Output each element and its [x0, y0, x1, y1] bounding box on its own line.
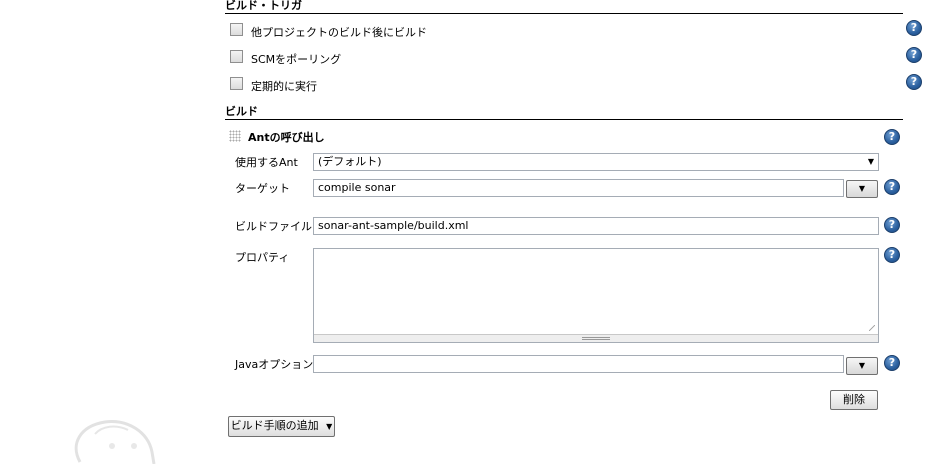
checkbox-poll-scm[interactable] — [230, 50, 243, 63]
help-icon[interactable]: ? — [906, 20, 922, 36]
build-file-input[interactable]: sonar-ant-sample/build.xml — [313, 217, 879, 235]
triangle-down-icon: ▼ — [858, 184, 866, 193]
checkbox-label-poll-scm: SCMをポーリング — [251, 53, 342, 66]
build-file-label: ビルドファイル — [235, 220, 312, 233]
ant-select-value: (デフォルト) — [318, 155, 382, 168]
checkbox-label-build-after-other: 他プロジェクトのビルド後にビルド — [251, 26, 427, 39]
java-options-input[interactable] — [313, 355, 844, 373]
properties-textarea[interactable] — [313, 248, 879, 343]
help-icon[interactable]: ? — [906, 74, 922, 90]
build-header: ビルド — [225, 106, 903, 120]
targets-expand-button[interactable]: ▼ — [846, 180, 878, 198]
java-options-label: Javaオプション — [235, 358, 314, 371]
help-icon[interactable]: ? — [884, 355, 900, 371]
checkbox-build-after-other[interactable] — [230, 23, 243, 36]
help-icon[interactable]: ? — [884, 247, 900, 263]
triangle-down-icon: ▼ — [867, 157, 874, 166]
help-icon[interactable]: ? — [906, 47, 922, 63]
drag-handle-icon[interactable] — [229, 130, 241, 142]
triangle-down-icon: ▼ — [858, 361, 866, 370]
help-icon[interactable]: ? — [884, 217, 900, 233]
resize-grip-icon — [582, 337, 610, 340]
add-build-step-label: ビルド手順の追加 — [230, 419, 319, 432]
targets-input-value: compile sonar — [318, 181, 396, 194]
ant-label: 使用するAnt — [235, 156, 298, 169]
add-build-step-button[interactable]: ビルド手順の追加 ▼ — [228, 416, 335, 437]
checkbox-build-periodically[interactable] — [230, 77, 243, 90]
build-file-input-value: sonar-ant-sample/build.xml — [318, 219, 469, 232]
jenkins-logo-watermark — [74, 420, 156, 464]
properties-label: プロパティ — [235, 251, 290, 264]
help-icon[interactable]: ? — [884, 129, 900, 145]
java-options-expand-button[interactable]: ▼ — [846, 357, 878, 375]
checkbox-label-build-periodically: 定期的に実行 — [251, 80, 317, 93]
resize-corner-icon[interactable] — [869, 325, 875, 331]
triangle-down-icon: ▼ — [326, 422, 333, 431]
build-step-title: Antの呼び出し — [248, 131, 325, 144]
textarea-resize-bar[interactable] — [314, 334, 878, 342]
targets-label: ターゲット — [235, 182, 290, 195]
targets-input[interactable]: compile sonar — [313, 179, 844, 197]
build-triggers-header: ビルド・トリガ — [225, 0, 903, 14]
delete-button[interactable]: 削除 — [830, 390, 878, 410]
help-icon[interactable]: ? — [884, 179, 900, 195]
ant-select[interactable]: (デフォルト) ▼ — [313, 153, 879, 171]
